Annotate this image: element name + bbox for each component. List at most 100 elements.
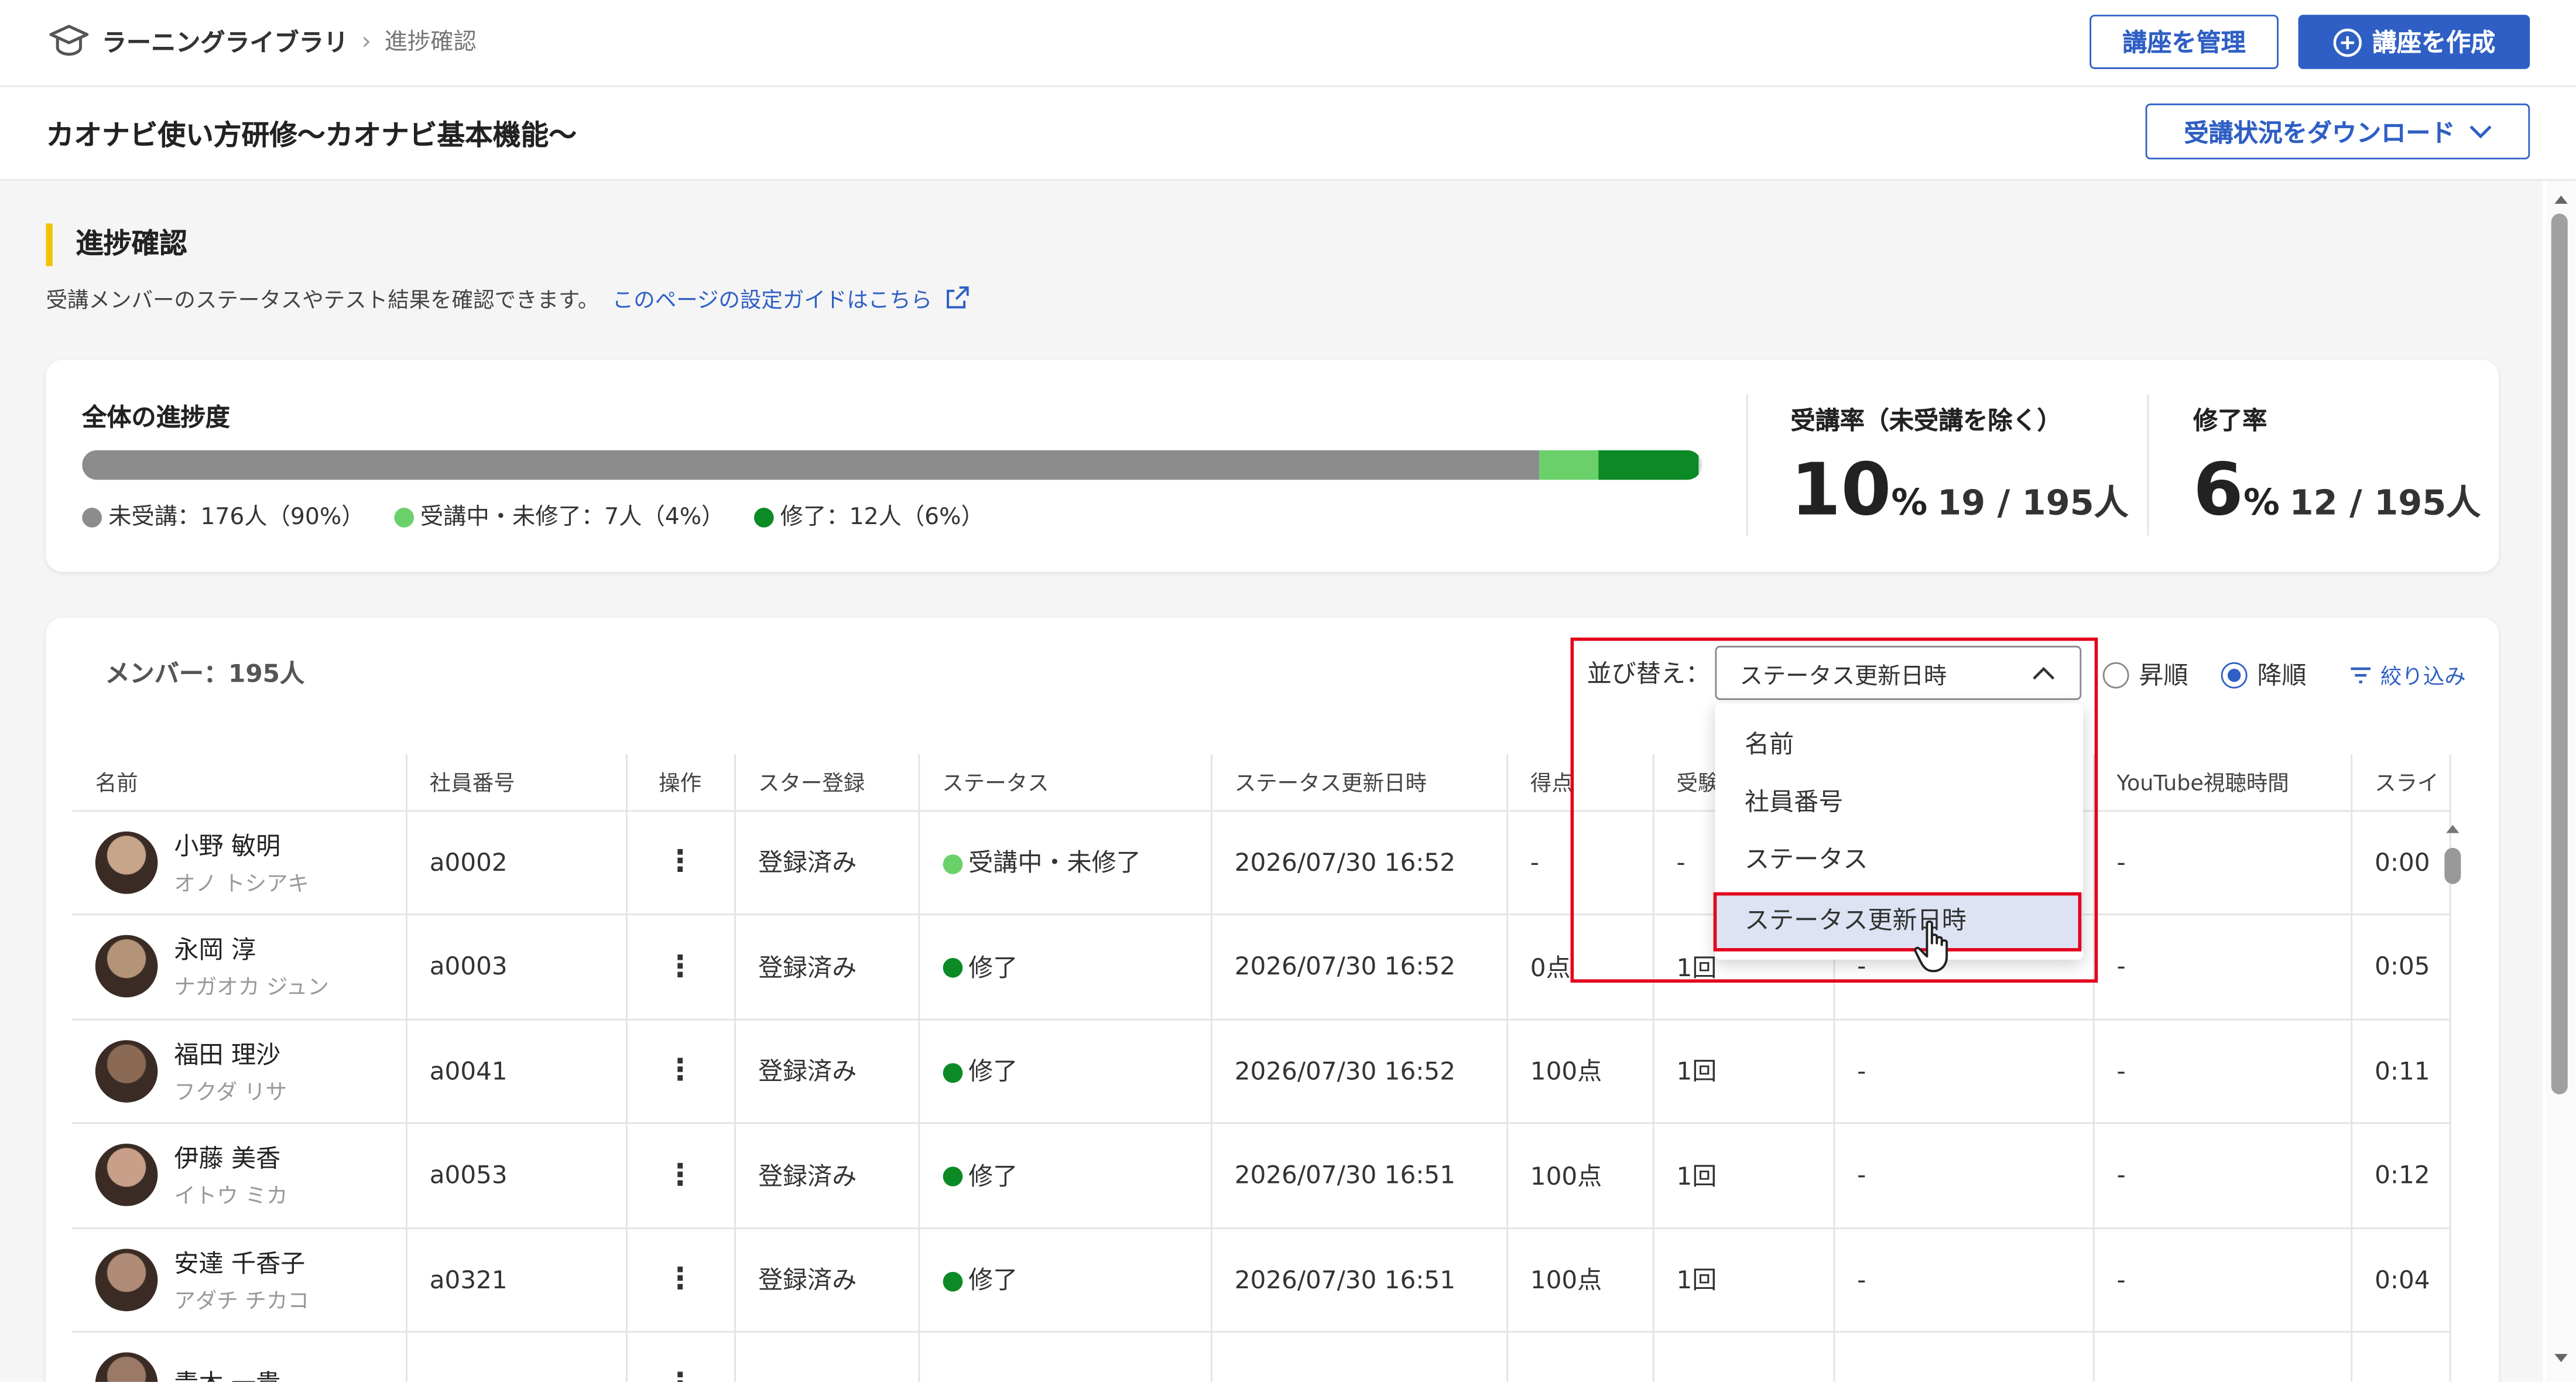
score: 100点 — [1530, 1056, 1602, 1087]
overall-progress-title: 全体の進捗度 — [82, 402, 230, 432]
table-cell — [734, 1332, 919, 1382]
score: 100点 — [1530, 1265, 1602, 1295]
table-cell: 登録済み — [734, 1018, 919, 1124]
more-options-icon[interactable]: ⋮ — [665, 1158, 695, 1193]
more-options-icon[interactable]: ⋮ — [665, 949, 695, 984]
table-cell: 2026/07/30 16:52 — [1211, 1018, 1508, 1124]
completion-rate-label: 修了率 — [2193, 406, 2267, 436]
more-options-icon[interactable]: ⋮ — [665, 1367, 695, 1382]
table-cell: - — [2092, 810, 2352, 915]
table-cell: 1回 — [1652, 1123, 1834, 1229]
completion-rate-value: 6 — [2193, 449, 2243, 533]
more-options-icon[interactable]: ⋮ — [665, 1263, 695, 1297]
table-cell: 登録済み — [734, 914, 919, 1020]
breadcrumb: ラーニングライブラリ › 進捗確認 — [49, 23, 477, 59]
manage-course-button[interactable]: 講座を管理 — [2089, 15, 2279, 69]
slide-time: 0:00 — [2375, 847, 2430, 877]
avatar — [95, 1039, 158, 1103]
column-header[interactable]: 名前 — [72, 754, 407, 811]
table-cell: 2026/07/30 16:51 — [1211, 1123, 1508, 1229]
table-cell: 青木 一貴 — [72, 1332, 407, 1382]
stat-divider — [1746, 394, 1748, 536]
star-registration: 登録済み — [758, 952, 857, 983]
more-options-icon[interactable]: ⋮ — [665, 845, 695, 880]
scroll-up-icon[interactable] — [2546, 187, 2576, 210]
page-scrollbar[interactable] — [2546, 180, 2576, 1382]
table-cell: - — [1833, 1018, 2094, 1124]
column-header[interactable]: ステータス更新日時 — [1211, 754, 1508, 811]
table-cell: 修了 — [918, 1227, 1212, 1333]
attendance-rate-stat: 10% 19 / 195人 — [1791, 449, 2129, 532]
course-title: カオナビ使い方研修〜カオナビ基本機能〜 — [46, 119, 577, 153]
table-scroll-up-icon[interactable] — [2441, 818, 2464, 838]
settings-guide-link-label: このページの設定ガイドはこちら — [612, 289, 933, 314]
table-cell — [1506, 1332, 1654, 1382]
table-cell[interactable]: ⋮ — [626, 914, 735, 1020]
table-cell[interactable]: ⋮ — [626, 1123, 735, 1229]
completion-rate-fraction: 12 / 195人 — [2289, 483, 2481, 523]
table-cell: 100点 — [1506, 1123, 1654, 1229]
table-cell: - — [1833, 1227, 2094, 1333]
column-header[interactable]: 操作 — [626, 754, 735, 811]
table-cell: 安達 千香子 アダチ チカコ — [72, 1227, 407, 1333]
table-cell: 1回 — [1652, 1227, 1834, 1333]
table-cell: a0003 — [406, 914, 627, 1020]
filter-button[interactable]: 絞り込み — [2349, 659, 2466, 690]
column-header[interactable]: スター登録 — [734, 754, 919, 811]
attendance-rate-fraction: 19 / 195人 — [1937, 483, 2129, 523]
table-cell — [1833, 1332, 2094, 1382]
table-cell[interactable]: ⋮ — [626, 1018, 735, 1124]
asc-radio[interactable] — [2102, 661, 2129, 688]
table-cell: 2026/07/30 16:51 — [1211, 1227, 1508, 1333]
member-name-block: 小野 敏明 オノ トシアキ — [174, 828, 309, 897]
table-cell[interactable]: ⋮ — [626, 1227, 735, 1333]
desc-label: 降順 — [2257, 661, 2307, 690]
section-description-text: 受講メンバーのステータスやテスト結果を確認できます。 — [46, 289, 600, 314]
member-name-block: 永岡 淳ナガオカ ジュン — [174, 932, 328, 1001]
member-name: 安達 千香子 — [174, 1248, 306, 1278]
table-scrollbar-thumb[interactable] — [2444, 847, 2461, 884]
star-registration: 登録済み — [758, 848, 857, 878]
member-kana: ナガオカ ジュン — [174, 976, 329, 1001]
table-cell[interactable]: ⋮ — [626, 1332, 735, 1382]
page-scrollbar-thumb[interactable] — [2551, 213, 2568, 1094]
legend-item: 受講中・未修了：7人（4%） — [394, 500, 724, 532]
progress-segment — [82, 450, 1540, 480]
highlight-sort-area — [1570, 637, 2098, 983]
youtube-watch-time: - — [2116, 952, 2126, 981]
breadcrumb-root-link[interactable]: ラーニングライブラリ — [102, 24, 348, 59]
table-cell: 0:00 — [2351, 810, 2451, 915]
column-header[interactable]: ステータス — [918, 754, 1212, 811]
progress-segment — [1598, 450, 1699, 480]
column-header[interactable]: 社員番号 — [406, 754, 627, 811]
column-header[interactable]: YouTube視聴時間 — [2092, 754, 2352, 811]
table-cell: 0:12 — [2351, 1123, 2451, 1229]
table-cell: 1回 — [1652, 1018, 1834, 1124]
download-status-button[interactable]: 受講状況をダウンロード — [2145, 103, 2530, 160]
column-header[interactable]: スライ — [2351, 754, 2451, 811]
attempts: 1回 — [1676, 1265, 1717, 1295]
scroll-down-icon[interactable] — [2546, 1347, 2576, 1370]
sort-desc-option[interactable]: 降順 — [2221, 657, 2307, 692]
extra-column-value: - — [1857, 1264, 1866, 1295]
hand-cursor-icon — [1914, 920, 1948, 973]
table-row[interactable]: 伊藤 美香 イトウ ミカ a0053 ⋮ 登録済み 修了 2026/07/30 16:51 1… — [72, 1123, 2451, 1229]
table-cell[interactable]: ⋮ — [626, 810, 735, 915]
table-row[interactable]: 青木 一貴 ⋮ — [72, 1332, 2451, 1382]
sort-asc-option[interactable]: 昇順 — [2102, 657, 2188, 692]
member-count: メンバー：195人 — [105, 659, 304, 689]
table-scrollbar[interactable] — [2441, 818, 2464, 1381]
section-title: 進捗確認 — [46, 223, 187, 266]
status-updated-at: 2026/07/30 16:52 — [1234, 847, 1455, 877]
table-row[interactable]: 福田 理沙 フクダ リサ a0041 ⋮ 登録済み 修了 2026/07/30 16:52 1… — [72, 1018, 2451, 1124]
score: 100点 — [1530, 1161, 1602, 1191]
create-course-button[interactable]: 講座を作成 — [2298, 15, 2530, 69]
table-row[interactable]: 安達 千香子 アダチ チカコ a0321 ⋮ 登録済み 修了 2026/07/30 16:5… — [72, 1227, 2451, 1333]
settings-guide-link[interactable]: このページの設定ガイドはこちら — [612, 286, 969, 314]
more-options-icon[interactable]: ⋮ — [665, 1053, 695, 1088]
attempts: 1回 — [1676, 1161, 1717, 1191]
status-text: 修了 — [968, 1056, 1018, 1087]
legend-label: 未受講：176人（90%） — [108, 504, 365, 531]
desc-radio[interactable] — [2221, 661, 2248, 688]
table-cell: - — [2092, 1123, 2352, 1229]
